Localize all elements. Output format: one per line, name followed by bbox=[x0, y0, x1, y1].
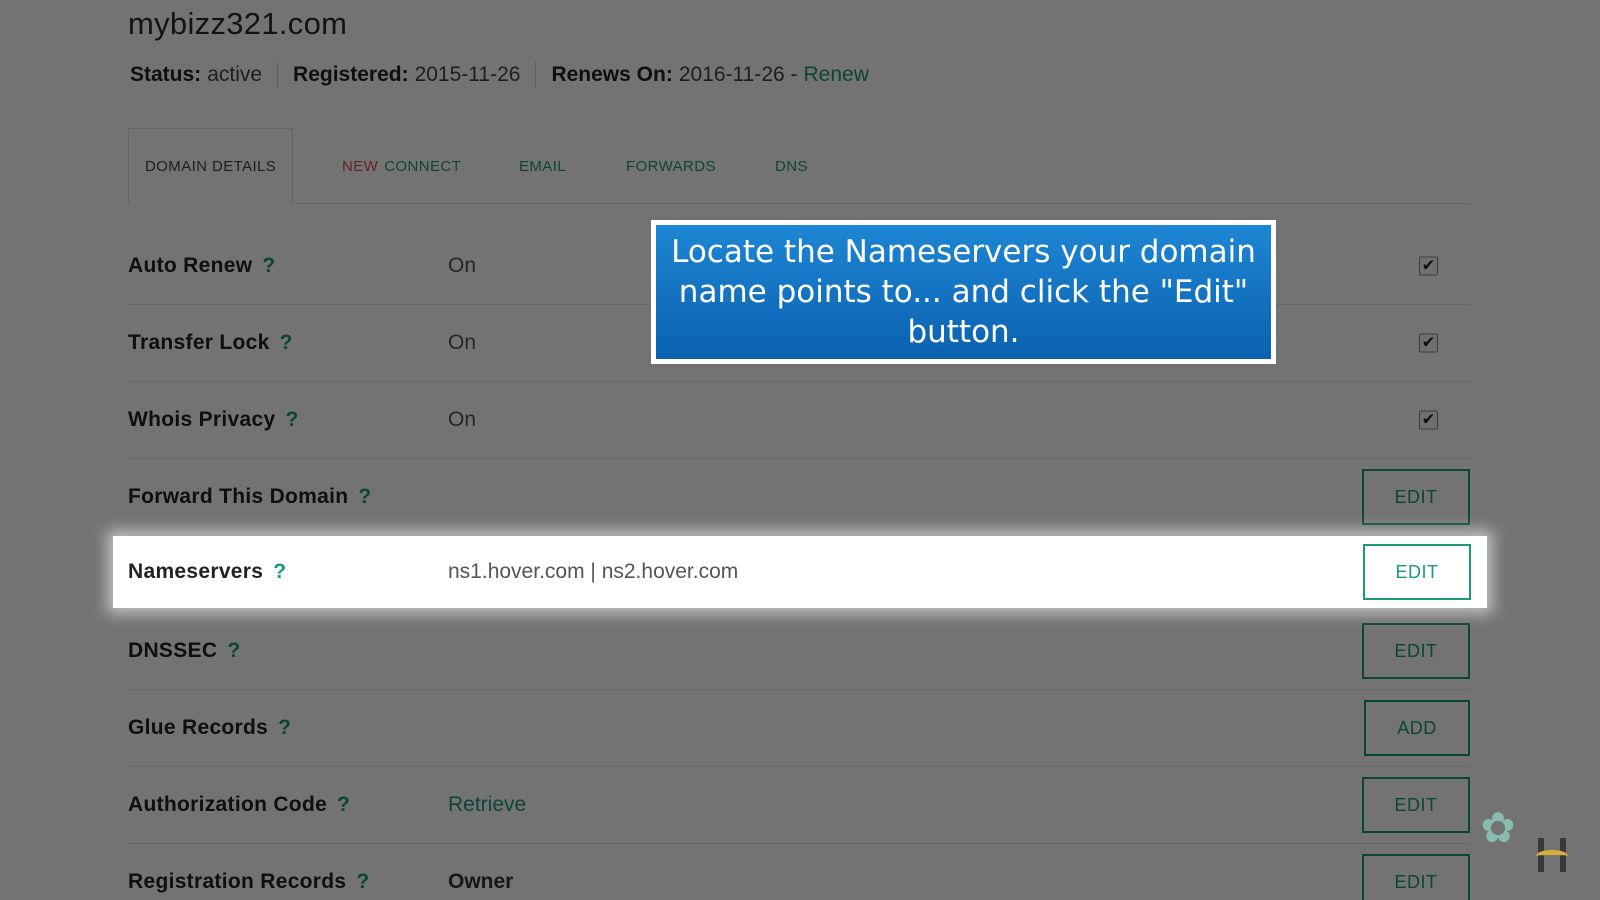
registered-value: 2015-11-26 bbox=[414, 63, 521, 86]
whois-privacy-checkbox[interactable]: ✔ bbox=[1419, 410, 1438, 430]
row-dnssec: DNSSEC? EDIT bbox=[128, 613, 1470, 690]
checkmark-icon: ✔ bbox=[1421, 334, 1436, 351]
row-value: On bbox=[448, 331, 477, 354]
row-name: Whois Privacy bbox=[128, 408, 276, 431]
row-name: Registration Records bbox=[128, 870, 347, 893]
row-label: DNSSEC? bbox=[128, 639, 240, 663]
tab-label: FORWARDS bbox=[626, 157, 716, 175]
tab-label: EMAIL bbox=[519, 157, 567, 175]
renew-link[interactable]: Renew bbox=[804, 63, 869, 87]
row-value: On bbox=[448, 408, 477, 431]
row-value: Owner bbox=[448, 870, 514, 893]
tab-dns[interactable]: DNS bbox=[775, 128, 808, 204]
row-authorization-code: Authorization Code? Retrieve EDIT bbox=[128, 767, 1470, 844]
row-name: Glue Records bbox=[128, 716, 269, 739]
status-divider bbox=[277, 62, 279, 88]
callout-text: Locate the Nameservers your domain name … bbox=[656, 225, 1271, 359]
status-value: active bbox=[207, 63, 263, 86]
row-registration-records: Registration Records? Owner EDIT bbox=[128, 844, 1470, 900]
registration-edit-button[interactable]: EDIT bbox=[1362, 854, 1470, 900]
tab-forwards[interactable]: FORWARDS bbox=[626, 128, 716, 204]
question-icon[interactable]: ? bbox=[285, 408, 298, 431]
status-bar: Status: active Registered: 2015-11-26 Re… bbox=[130, 62, 869, 88]
question-icon[interactable]: ? bbox=[273, 560, 286, 583]
renews-value: 2016-11-26 - bbox=[678, 63, 798, 86]
dnssec-edit-button[interactable]: EDIT bbox=[1362, 623, 1470, 679]
registered-label: Registered: bbox=[293, 63, 409, 86]
domain-details-page: mybizz321.com Status: active Registered:… bbox=[0, 0, 1600, 900]
row-label: Whois Privacy? bbox=[128, 408, 299, 432]
domain-title: mybizz321.com bbox=[128, 6, 348, 41]
retrieve-link[interactable]: Retrieve bbox=[448, 793, 526, 817]
tab-label: DNS bbox=[775, 157, 808, 175]
row-name: Auto Renew bbox=[128, 254, 253, 277]
row-name: Transfer Lock bbox=[128, 331, 270, 354]
nameservers-value: ns1.hover.com | ns2.hover.com bbox=[448, 560, 739, 583]
row-name: DNSSEC bbox=[128, 639, 218, 662]
row-forward-domain: Forward This Domain? EDIT bbox=[128, 459, 1470, 536]
nameservers-edit-button[interactable]: EDIT bbox=[1363, 544, 1471, 600]
auto-renew-checkbox[interactable]: ✔ bbox=[1419, 256, 1438, 276]
row-glue-records: Glue Records? ADD bbox=[128, 690, 1470, 767]
renews-label: Renews On: bbox=[551, 63, 673, 86]
question-icon[interactable]: ? bbox=[356, 870, 369, 893]
transfer-lock-checkbox[interactable]: ✔ bbox=[1419, 333, 1438, 353]
row-label: Transfer Lock? bbox=[128, 331, 293, 355]
row-value: On bbox=[448, 254, 477, 277]
auth-code-edit-button[interactable]: EDIT bbox=[1362, 777, 1470, 833]
row-name: Authorization Code bbox=[128, 793, 328, 816]
logo-smile bbox=[1536, 850, 1568, 862]
new-badge: NEW bbox=[342, 157, 379, 175]
row-name: Forward This Domain bbox=[128, 485, 349, 508]
row-whois-privacy: Whois Privacy? On ✔ bbox=[128, 382, 1470, 459]
question-icon[interactable]: ? bbox=[262, 254, 275, 277]
row-nameservers: Nameservers? ns1.hover.com | ns2.hover.c… bbox=[113, 536, 1487, 608]
row-label: Glue Records? bbox=[128, 716, 291, 740]
swirl-icon: ✿ bbox=[1480, 804, 1516, 851]
hover-logo-icon bbox=[1536, 838, 1568, 872]
forward-edit-button[interactable]: EDIT bbox=[1362, 469, 1470, 525]
status-label: Status: bbox=[130, 63, 202, 86]
tab-label: DOMAIN DETAILS bbox=[145, 158, 277, 175]
row-name: Nameservers bbox=[128, 560, 264, 583]
row-label: Authorization Code? bbox=[128, 793, 350, 817]
question-icon[interactable]: ? bbox=[280, 331, 293, 354]
tutorial-callout: Locate the Nameservers your domain name … bbox=[651, 220, 1276, 364]
question-icon[interactable]: ? bbox=[358, 485, 371, 508]
checkmark-icon: ✔ bbox=[1421, 257, 1436, 274]
question-icon[interactable]: ? bbox=[227, 639, 240, 662]
tab-connect[interactable]: NEW CONNECT bbox=[342, 128, 461, 204]
checkmark-icon: ✔ bbox=[1421, 411, 1436, 428]
question-icon[interactable]: ? bbox=[278, 716, 291, 739]
tab-label: CONNECT bbox=[384, 157, 462, 175]
row-label: Registration Records? bbox=[128, 870, 370, 894]
status-divider bbox=[535, 62, 537, 88]
row-label: Auto Renew? bbox=[128, 254, 275, 278]
question-icon[interactable]: ? bbox=[337, 793, 350, 816]
tab-domain-details[interactable]: DOMAIN DETAILS bbox=[128, 128, 294, 205]
tab-email[interactable]: EMAIL bbox=[519, 128, 566, 204]
row-label: Forward This Domain? bbox=[128, 485, 372, 509]
glue-add-button[interactable]: ADD bbox=[1364, 700, 1470, 756]
tab-bar: DOMAIN DETAILS NEW CONNECT EMAIL FORWARD… bbox=[128, 128, 1470, 205]
row-label: Nameservers? bbox=[128, 560, 286, 584]
